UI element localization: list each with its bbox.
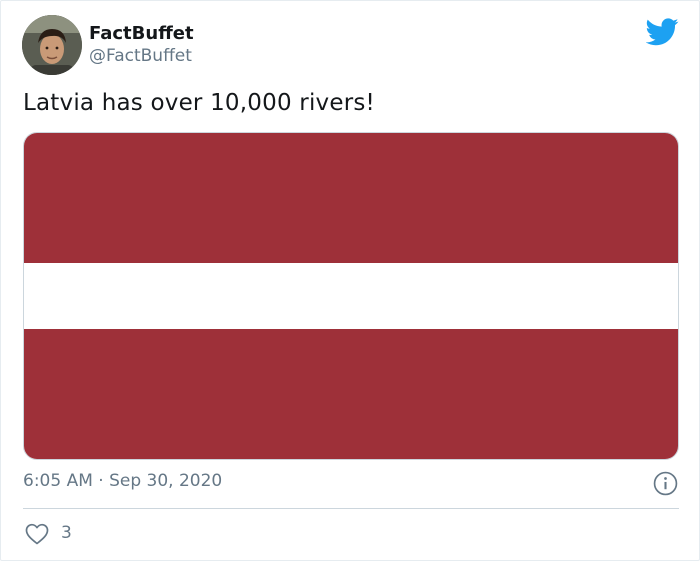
author-display-name[interactable]: FactBuffet (89, 23, 194, 44)
tweet-media-latvia-flag[interactable] (23, 132, 679, 460)
flag-stripe-middle (24, 263, 678, 329)
flag-stripe-bottom (24, 329, 678, 459)
flag-stripe-top (24, 133, 678, 263)
heart-icon[interactable] (25, 523, 49, 545)
avatar-photo-icon (22, 15, 82, 75)
author-handle[interactable]: @FactBuffet (89, 46, 192, 66)
author-avatar[interactable] (22, 15, 82, 75)
tweet-card: FactBuffet @FactBuffet Latvia has over 1… (0, 0, 700, 561)
info-icon[interactable] (653, 471, 678, 496)
tweet-text: Latvia has over 10,000 rivers! (23, 90, 375, 116)
like-count: 3 (61, 523, 72, 543)
tweet-timestamp[interactable]: 6:05 AM · Sep 30, 2020 (23, 471, 222, 491)
twitter-bird-icon[interactable] (646, 18, 679, 46)
divider (23, 508, 679, 509)
